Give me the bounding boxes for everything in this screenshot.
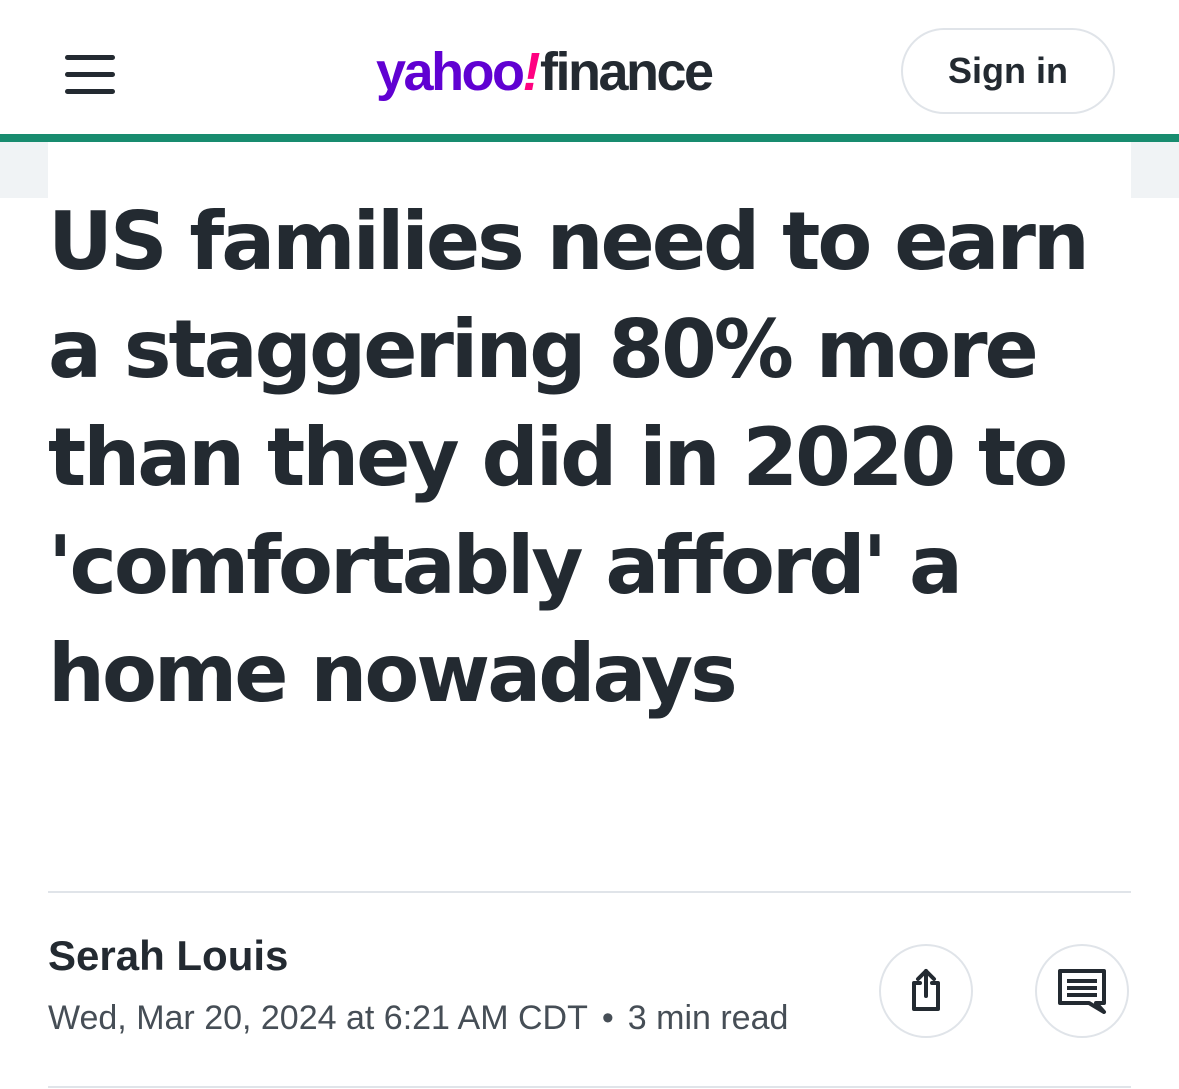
comment-icon bbox=[1058, 969, 1106, 1014]
meta-separator: • bbox=[601, 999, 614, 1037]
sign-in-button[interactable]: Sign in bbox=[901, 28, 1115, 114]
yahoo-finance-logo[interactable]: yahoo!finance bbox=[376, 36, 714, 108]
logo-yahoo-text: yahoo bbox=[376, 42, 525, 102]
article-headline: US families need to earn a staggering 80… bbox=[48, 195, 1090, 720]
site-header: yahoo!finance Sign in bbox=[0, 0, 1179, 134]
share-button[interactable] bbox=[879, 944, 973, 1038]
header-accent-rule bbox=[0, 134, 1179, 142]
byline-divider-bottom bbox=[48, 1086, 1131, 1088]
logo-bang-text: ! bbox=[522, 42, 541, 102]
comment-button[interactable] bbox=[1035, 944, 1129, 1038]
author-name[interactable]: Serah Louis bbox=[48, 930, 288, 982]
byline-divider-top bbox=[48, 891, 1131, 893]
hamburger-menu-button[interactable] bbox=[52, 42, 128, 106]
hamburger-menu-icon bbox=[65, 55, 115, 60]
logo-finance-text: finance bbox=[540, 42, 714, 102]
publish-date: Wed, Mar 20, 2024 at 6:21 AM CDT bbox=[48, 999, 588, 1037]
article-meta: Wed, Mar 20, 2024 at 6:21 AM CDT • 3 min r… bbox=[48, 996, 788, 1040]
read-time: 3 min read bbox=[627, 999, 789, 1037]
share-icon bbox=[912, 969, 940, 1011]
page-gutter-left bbox=[0, 142, 48, 198]
